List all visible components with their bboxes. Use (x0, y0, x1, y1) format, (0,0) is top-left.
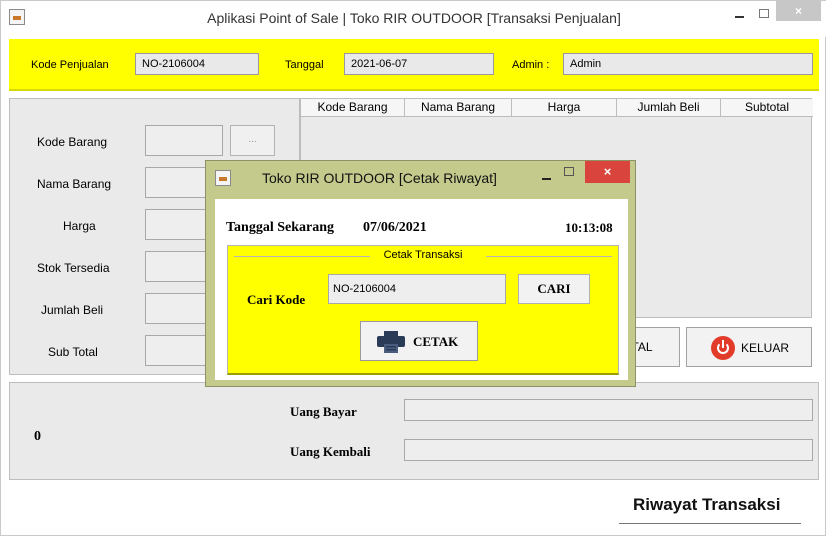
window-title: Aplikasi Point of Sale | Toko RIR OUTDOO… (207, 10, 621, 26)
nama-barang-label: Nama Barang (37, 177, 112, 191)
dialog-titlebar[interactable]: Toko RIR OUTDOOR [Cetak Riwayat] × (206, 161, 637, 195)
cetak-button[interactable]: CETAK (360, 321, 478, 361)
harga-label: Harga (63, 219, 96, 233)
close-button[interactable]: × (776, 1, 821, 21)
kode-barang-row: Kode Barang ... (10, 125, 301, 159)
group-title: Cetak Transaksi (383, 249, 463, 261)
tanggal-sekarang-value: 07/06/2021 (363, 220, 427, 235)
cetak-riwayat-dialog: Toko RIR OUTDOOR [Cetak Riwayat] × Tangg… (205, 160, 636, 387)
maximize-button[interactable] (759, 9, 769, 18)
kode-barang-input[interactable] (145, 125, 223, 156)
kode-penjualan-field[interactable]: NO-2106004 (135, 53, 259, 75)
uang-kembali-input[interactable] (404, 439, 813, 461)
column-header[interactable]: Jumlah Beli (617, 99, 721, 117)
kode-barang-label: Kode Barang (37, 135, 108, 149)
cari-kode-input[interactable]: NO-2106004 (328, 274, 506, 304)
tanggal-field[interactable]: 2021-06-07 (344, 53, 494, 75)
java-cup-icon (215, 170, 231, 186)
minimize-button[interactable] (732, 5, 746, 25)
stok-label: Stok Tersedia (37, 261, 110, 275)
sub-total-label: Sub Total (48, 345, 98, 359)
grand-total: 0 (34, 429, 41, 444)
uang-bayar-label: Uang Bayar (290, 404, 357, 419)
transaction-header: Kode Penjualan NO-2106004 Tanggal 2021-0… (9, 39, 819, 91)
cari-button[interactable]: CARI (518, 274, 590, 304)
dialog-minimize-button[interactable] (540, 169, 554, 183)
keluar-button[interactable]: KELUAR (686, 327, 812, 367)
admin-label: Admin : (512, 59, 550, 71)
riwayat-divider (619, 523, 801, 524)
power-icon (711, 336, 735, 360)
table-header: Kode Barang Nama Barang Harga Jumlah Bel… (301, 99, 813, 117)
tanggal-sekarang-label: Tanggal Sekarang (226, 220, 335, 235)
group-border-right (486, 256, 612, 257)
lookup-button[interactable]: ... (230, 125, 275, 156)
current-time: 10:13:08 (565, 220, 613, 235)
dialog-body: Tanggal Sekarang 07/06/2021 10:13:08 Cet… (215, 199, 628, 380)
payment-panel: 0 Uang Bayar Uang Kembali (9, 382, 819, 480)
uang-kembali-label: Uang Kembali (290, 444, 371, 459)
cetak-label: CETAK (413, 334, 459, 349)
column-header[interactable]: Harga (512, 99, 617, 117)
column-header[interactable]: Kode Barang (301, 99, 405, 117)
printer-icon (377, 331, 405, 353)
dialog-maximize-button[interactable] (564, 167, 574, 176)
tanggal-label: Tanggal (285, 59, 324, 71)
riwayat-transaksi-link[interactable]: Riwayat Transaksi (633, 495, 780, 515)
jumlah-beli-label: Jumlah Beli (41, 303, 104, 317)
keluar-label: KELUAR (741, 341, 790, 355)
cetak-transaksi-group: Cetak Transaksi Cari Kode NO-2106004 CAR… (227, 245, 619, 375)
dialog-title: Toko RIR OUTDOOR [Cetak Riwayat] (262, 170, 497, 186)
uang-bayar-input[interactable] (404, 399, 813, 421)
dialog-close-button[interactable]: × (585, 161, 630, 183)
kode-penjualan-label: Kode Penjualan (31, 59, 109, 71)
column-header[interactable]: Subtotal (721, 99, 813, 117)
cari-kode-label: Cari Kode (247, 292, 306, 307)
admin-field[interactable]: Admin (563, 53, 813, 75)
column-header[interactable]: Nama Barang (405, 99, 512, 117)
main-titlebar[interactable]: Aplikasi Point of Sale | Toko RIR OUTDOO… (1, 1, 826, 37)
